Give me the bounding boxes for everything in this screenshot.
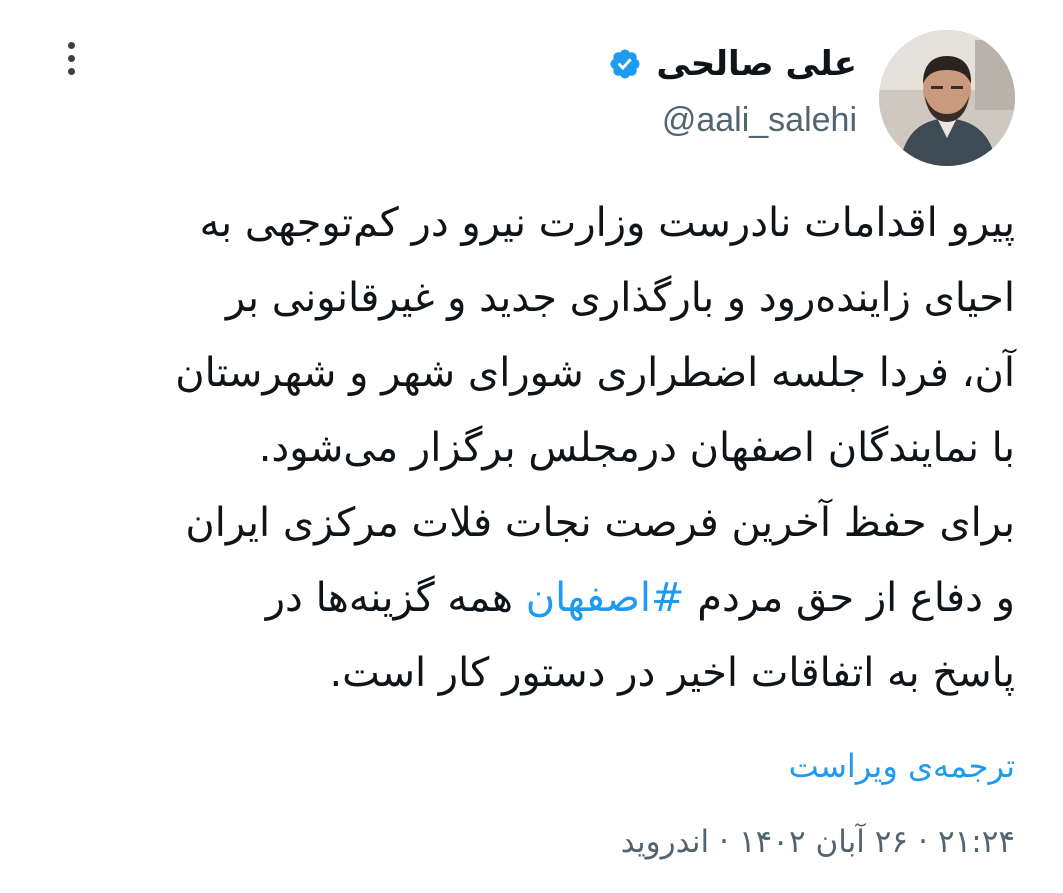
author-block: علی صالحی @aali_salehi <box>608 38 857 140</box>
tweet-text-line: با نمایندگان اصفهان در‌مجلس برگزار می‌شو… <box>258 425 1015 471</box>
more-vertical-icon-dot <box>67 54 75 62</box>
tweet-text-segment: و دفاع از حق مردم <box>684 575 1015 621</box>
translate-button[interactable]: ترجمه‌ی ویراست <box>789 742 1015 790</box>
tweet-text: پیرو اقدامات نادرست وزارت نیرو در کم‌توج… <box>48 186 1015 711</box>
more-vertical-icon-dot <box>67 67 75 75</box>
tweet-text-segment: همه گزینه‌ها در <box>265 575 526 621</box>
tweet-meta: ۲۱:۲۴·۲۶ آبان ۱۴۰۲·اندروید <box>621 818 1015 866</box>
avatar[interactable] <box>879 30 1015 166</box>
tweet-date[interactable]: ۲۶ آبان ۱۴۰۲ <box>739 824 908 860</box>
meta-separator: · <box>918 824 928 860</box>
tweet-text-line: آن، فردا جلسه اضطراری شورای شهر و شهرستا… <box>175 350 1015 396</box>
author-display-name[interactable]: علی صالحی <box>656 38 857 90</box>
meta-separator: · <box>719 824 729 860</box>
hashtag-link[interactable]: #اصفهان <box>526 575 685 621</box>
tweet-text-line: پاسخ به اتفاقات اخیر در دستور کار است. <box>329 650 1015 696</box>
avatar-image <box>879 30 1015 166</box>
author-name-row: علی صالحی <box>608 38 857 90</box>
tweet-source: اندروید <box>620 824 710 860</box>
tweet-text-line: پیرو اقدامات نادرست وزارت نیرو در کم‌توج… <box>199 200 1015 246</box>
tweet-text-line-hashtag: و دفاع از حق مردم #اصفهان همه گزینه‌ها د… <box>48 561 1015 636</box>
more-vertical-icon <box>67 41 75 49</box>
verified-badge-icon <box>610 49 640 79</box>
tweet-text-line: احیای زاینده‌رود و بارگذاری جدید و غیرقا… <box>225 275 1015 321</box>
more-options-button[interactable] <box>56 36 86 80</box>
tweet-card: علی صالحی @aali_salehi پیرو اقدامات نادر… <box>0 0 1063 893</box>
tweet-text-line: برای حفظ آخرین فرصت نجات فلات مرکزی ایرا… <box>185 500 1015 546</box>
author-handle[interactable]: @aali_salehi <box>608 100 857 140</box>
tweet-time[interactable]: ۲۱:۲۴ <box>938 824 1015 860</box>
